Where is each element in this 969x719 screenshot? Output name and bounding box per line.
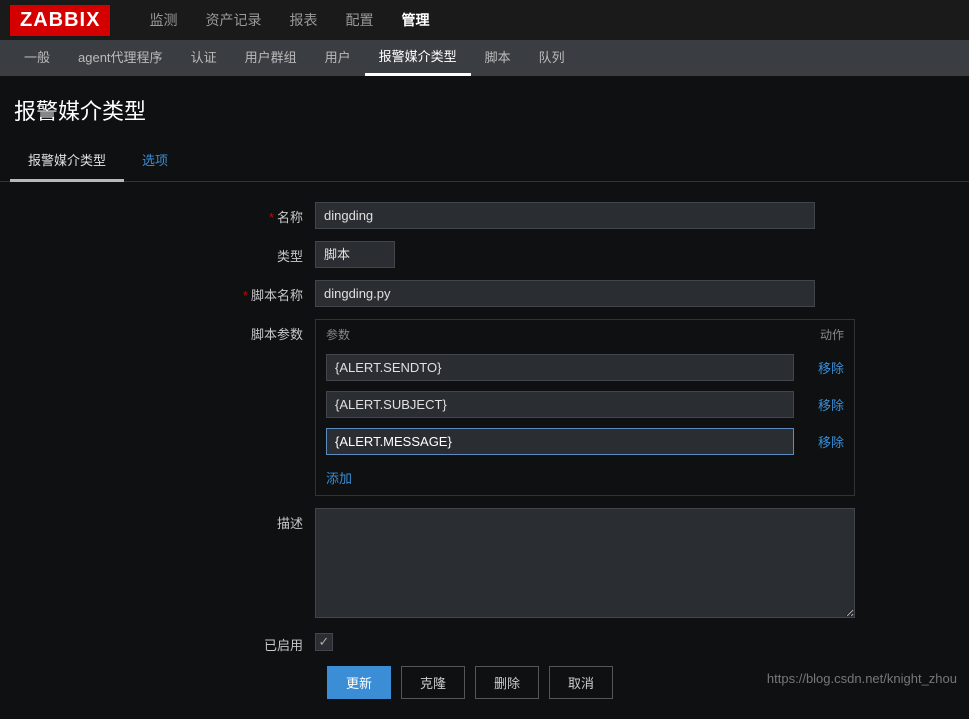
page-title: 报警媒介类型	[0, 76, 969, 140]
params-header-action: 动作	[794, 326, 844, 343]
tab-options[interactable]: 选项	[124, 140, 186, 181]
enabled-checkbox[interactable]: ✓	[315, 633, 333, 651]
tabs: 报警媒介类型 选项	[0, 140, 969, 182]
subnav-auth[interactable]: 认证	[177, 40, 231, 76]
subnav-agent-proxy[interactable]: agent代理程序	[64, 40, 177, 76]
script-name-input[interactable]	[315, 280, 815, 307]
subnav-general[interactable]: 一般	[10, 40, 64, 76]
subnav-user-groups[interactable]: 用户群组	[231, 40, 311, 76]
script-name-label: *脚本名称	[10, 280, 315, 304]
param-row: 移除	[316, 349, 854, 386]
param-input-2[interactable]	[326, 428, 794, 455]
subnav-scripts[interactable]: 脚本	[471, 40, 525, 76]
param-row: 移除	[316, 423, 854, 460]
param-input-0[interactable]	[326, 354, 794, 381]
param-input-1[interactable]	[326, 391, 794, 418]
clone-button[interactable]: 克隆	[401, 666, 465, 699]
name-label: *名称	[10, 202, 315, 226]
type-label: 类型	[10, 241, 315, 265]
nav-monitor[interactable]: 监测	[135, 10, 191, 30]
param-row: 移除	[316, 386, 854, 423]
sub-nav: 一般 agent代理程序 认证 用户群组 用户 报警媒介类型 脚本 队列	[0, 40, 969, 76]
params-header-param: 参数	[326, 326, 794, 343]
desc-label: 描述	[10, 508, 315, 532]
nav-admin[interactable]: 管理	[387, 10, 443, 30]
top-nav: ZABBIX 监测 资产记录 报表 配置 管理	[0, 0, 969, 40]
params-label: 脚本参数	[10, 319, 315, 343]
params-table: 参数 动作 移除 移除 移除 添加	[315, 319, 855, 496]
subnav-queue[interactable]: 队列	[525, 40, 579, 76]
logo[interactable]: ZABBIX	[10, 5, 110, 36]
tab-media-type[interactable]: 报警媒介类型	[10, 140, 124, 182]
subnav-users[interactable]: 用户	[311, 40, 365, 76]
name-input[interactable]	[315, 202, 815, 229]
delete-button[interactable]: 删除	[475, 666, 539, 699]
update-button[interactable]: 更新	[327, 666, 391, 699]
param-remove-0[interactable]: 移除	[804, 358, 844, 377]
cancel-button[interactable]: 取消	[549, 666, 613, 699]
nav-reports[interactable]: 报表	[275, 10, 331, 30]
nav-inventory[interactable]: 资产记录	[191, 10, 275, 30]
watermark: https://blog.csdn.net/knight_zhou	[767, 671, 957, 686]
desc-textarea[interactable]	[315, 508, 855, 618]
param-remove-2[interactable]: 移除	[804, 432, 844, 451]
nav-config[interactable]: 配置	[331, 10, 387, 30]
param-remove-1[interactable]: 移除	[804, 395, 844, 414]
subnav-media-types[interactable]: 报警媒介类型	[365, 40, 471, 76]
form-area: *名称 类型 脚本 *脚本名称 脚本参数 参数 动作 移除 移除	[0, 182, 969, 719]
type-select[interactable]: 脚本	[315, 241, 395, 268]
enabled-label: 已启用	[10, 630, 315, 654]
param-add[interactable]: 添加	[316, 460, 854, 495]
